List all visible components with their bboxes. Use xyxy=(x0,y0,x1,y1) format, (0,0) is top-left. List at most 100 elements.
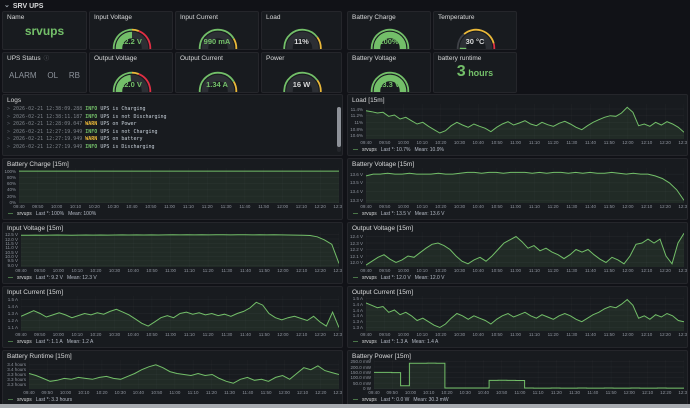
panel-title[interactable]: Battery Charge xyxy=(348,12,430,21)
panel-title[interactable]: Battery Power [15m] xyxy=(348,351,687,360)
legend-series-name[interactable]: srvups xyxy=(362,211,377,217)
x-axis-tick: 10:30 xyxy=(109,268,120,273)
x-axis-tick: 11:40 xyxy=(242,390,253,395)
x-axis-tick: 12:30 xyxy=(333,204,343,209)
legend-last-value: Last *: 10.7% xyxy=(381,147,411,153)
x-axis-tick: 11:50 xyxy=(261,390,272,395)
log-entry[interactable]: > 2026-02-21 12:38:11.187 INFO UPS is no… xyxy=(7,114,334,122)
x-axis-tick: 12:10 xyxy=(296,204,307,209)
y-axis-tick: 13.3 V xyxy=(348,198,363,203)
legend-series-name[interactable]: srvups xyxy=(17,339,32,345)
x-axis-tick: 10:00 xyxy=(53,332,64,337)
x-axis-tick: 09:50 xyxy=(34,332,45,337)
gauge-value: 11% xyxy=(262,37,341,46)
legend-series-name[interactable]: srvups xyxy=(362,397,377,403)
log-list: > 2026-02-21 12:38:09.288 INFO UPS is Ch… xyxy=(7,106,334,152)
legend-series-name[interactable]: srvups xyxy=(362,339,377,345)
x-axis-tick: 09:50 xyxy=(42,390,53,395)
gauge-value: 100% xyxy=(348,37,430,46)
panel-title[interactable]: Output Current [15m] xyxy=(348,287,687,296)
panel-title[interactable]: Load xyxy=(262,12,341,21)
log-entry[interactable]: > 2026-02-21 12:27:19.949 INFO UPS is no… xyxy=(7,129,334,137)
legend-series-name[interactable]: srvups xyxy=(17,211,32,217)
panel-title[interactable]: Temperature xyxy=(434,12,516,21)
panel-title[interactable]: Input Voltage xyxy=(90,12,172,21)
panel-title[interactable]: Output Current xyxy=(176,53,258,62)
log-entry[interactable]: > 2026-02-21 12:38:09.288 INFO UPS is Ch… xyxy=(7,106,334,114)
panel-title[interactable]: Battery Charge [15m] xyxy=(3,159,342,168)
log-message: UPS is Discharging xyxy=(100,144,154,150)
log-timestamp: 2026-02-21 12:27:19.949 xyxy=(13,129,85,135)
gauge-panel-temperature: Temperature30 °C xyxy=(433,11,517,50)
x-axis-tick: 10:40 xyxy=(473,140,484,145)
x-axis-tick: 10:20 xyxy=(435,268,446,273)
panel-title[interactable]: battery runtime xyxy=(434,53,516,62)
legend-series-color: — xyxy=(353,339,358,345)
x-axis-tick: 11:40 xyxy=(585,332,596,337)
x-axis-tick: 12:10 xyxy=(641,332,652,337)
y-axis-tick: 12.0 V xyxy=(348,260,363,265)
x-axis-tick: 10:50 xyxy=(491,332,502,337)
x-axis-tick: 11:50 xyxy=(604,204,615,209)
x-axis-tick: 12:30 xyxy=(678,390,688,395)
output-current-chart xyxy=(366,296,684,331)
panel-title[interactable]: Load [15m] xyxy=(348,95,687,104)
panel-title[interactable]: Input Current xyxy=(176,12,258,21)
x-axis-tick: 11:40 xyxy=(587,390,598,395)
legend-series-name[interactable]: srvups xyxy=(17,397,32,403)
info-icon[interactable]: ⓘ xyxy=(44,56,50,62)
x-axis-tick: 10:10 xyxy=(71,332,82,337)
panel-title[interactable]: Input Voltage [15m] xyxy=(3,223,342,232)
legend-series-name[interactable]: srvups xyxy=(17,275,32,281)
x-axis-tick: 12:20 xyxy=(315,204,326,209)
y-axis-tick: 1.2 A xyxy=(3,318,18,323)
x-axis-tick: 11:30 xyxy=(566,204,577,209)
x-axis-tick: 10:20 xyxy=(435,332,446,337)
chart-panel-battery-power: Battery Power [15m]250.0 mW200.0 mW150.0… xyxy=(347,350,688,406)
panel-title[interactable]: Battery Runtime [15m] xyxy=(3,351,342,360)
log-level: WARN xyxy=(85,121,100,127)
input-current-chart xyxy=(21,296,339,331)
x-axis-tick: 10:00 xyxy=(398,204,409,209)
x-axis-tick: 12:10 xyxy=(642,390,653,395)
panel-title[interactable]: Battery Voltage [15m] xyxy=(348,159,687,168)
gauge-panel-input-current: Input Current990 mA xyxy=(175,11,259,50)
x-axis-tick: 11:50 xyxy=(604,140,615,145)
log-timestamp: 2026-02-21 12:38:09.288 xyxy=(13,106,85,112)
chart-panel-battery-voltage: Battery Voltage [15m]13.6 V13.5 V13.4 V1… xyxy=(347,158,688,220)
panel-title[interactable]: Output Voltage xyxy=(90,53,172,62)
legend-series-name[interactable]: srvups xyxy=(362,147,377,153)
y-axis-tick: 13.4 V xyxy=(348,189,363,194)
panel-title[interactable]: Power xyxy=(262,53,341,62)
logs-scrollbar[interactable] xyxy=(337,107,341,152)
y-axis-tick: 1.3 A xyxy=(3,311,18,316)
x-axis-tick: 10:20 xyxy=(435,140,446,145)
log-entry[interactable]: > 2026-02-21 12:27:19.949 INFO UPS is Di… xyxy=(7,144,334,152)
panel-title[interactable]: Name xyxy=(3,12,86,21)
legend-series-name[interactable]: srvups xyxy=(362,275,377,281)
x-axis-tick: 12:30 xyxy=(678,140,688,145)
panel-title[interactable]: Input Current [15m] xyxy=(3,287,342,296)
x-axis-tick: 12:00 xyxy=(622,332,633,337)
logs-scrollbar-thumb[interactable] xyxy=(337,107,341,147)
x-axis-tick: 10:20 xyxy=(89,204,100,209)
dashboard-row-header[interactable]: ⌄ SRV UPS xyxy=(4,1,43,11)
panel-title[interactable]: Logs xyxy=(3,95,342,104)
log-entry[interactable]: > 2026-02-21 12:28:09.047 WARN UPS on Po… xyxy=(7,121,334,129)
panel-title[interactable]: UPS Statusⓘ xyxy=(3,53,86,63)
x-axis-tick: 10:40 xyxy=(128,268,139,273)
x-axis-tick: 10:30 xyxy=(454,204,465,209)
y-axis-tick: 250.0 mW xyxy=(348,359,371,364)
panel-title[interactable]: Battery Voltage xyxy=(348,53,430,62)
log-entry[interactable]: > 2026-02-21 12:27:19.949 WARN UPS on ba… xyxy=(7,136,334,144)
panel-title[interactable]: Output Voltage [15m] xyxy=(348,223,687,232)
x-axis-tick: 10:30 xyxy=(109,332,120,337)
log-level: INFO xyxy=(85,129,100,135)
chart-panel-input-current: Input Current [15m]1.5 A1.4 A1.3 A1.2 A1… xyxy=(2,286,343,348)
x-axis-tick: 12:20 xyxy=(315,332,326,337)
legend-series-color: — xyxy=(353,275,358,281)
gauge-value: 16 W xyxy=(262,80,341,89)
x-axis-tick: 10:30 xyxy=(454,140,465,145)
x-axis-tick: 10:50 xyxy=(496,390,507,395)
x-axis-tick: 10:40 xyxy=(473,332,484,337)
